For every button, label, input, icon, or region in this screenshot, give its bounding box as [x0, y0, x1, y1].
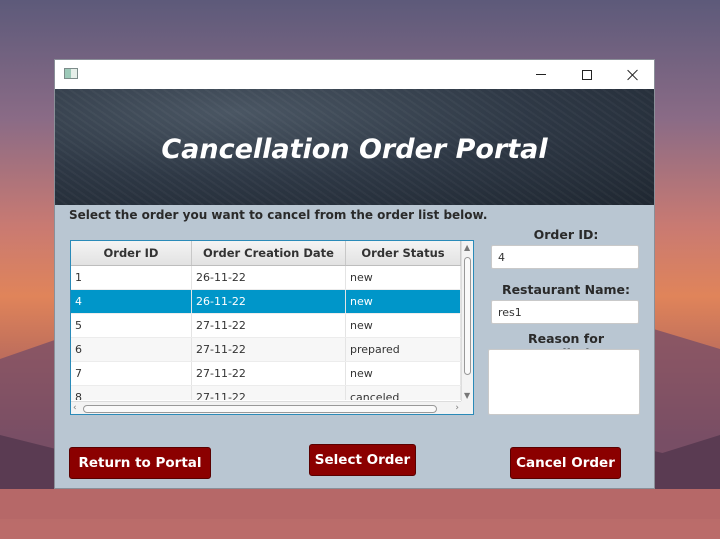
column-header-order-id[interactable]: Order ID	[71, 241, 192, 265]
cell-order-id: 1	[71, 266, 192, 289]
cell-order-status: new	[346, 266, 461, 289]
cell-order-id: 8	[71, 386, 192, 400]
page-title: Cancellation Order Portal	[161, 133, 548, 165]
header-banner: Cancellation Order Portal	[55, 89, 654, 205]
table-row-selected[interactable]: 4 26-11-22 new	[71, 290, 461, 314]
cell-creation-date: 26-11-22	[192, 266, 346, 289]
scroll-down-icon[interactable]: ▼	[464, 391, 470, 400]
app-window: Cancellation Order Portal Select the ord…	[54, 59, 655, 489]
maximize-button[interactable]	[564, 60, 610, 89]
table-row[interactable]: 8 27-11-22 canceled	[71, 386, 461, 400]
cell-order-status: canceled	[346, 386, 461, 400]
restaurant-name-label: Restaurant Name:	[501, 282, 631, 297]
return-to-portal-button[interactable]: Return to Portal	[69, 447, 211, 479]
cell-order-id: 7	[71, 362, 192, 385]
table-row[interactable]: 1 26-11-22 new	[71, 266, 461, 290]
cell-order-status: new	[346, 290, 461, 313]
scroll-up-icon[interactable]: ▲	[464, 243, 470, 252]
cell-creation-date: 27-11-22	[192, 314, 346, 337]
instruction-text: Select the order you want to cancel from…	[69, 208, 488, 222]
cell-order-id: 6	[71, 338, 192, 361]
select-order-button[interactable]: Select Order	[309, 444, 416, 476]
maximize-icon	[582, 69, 592, 80]
orders-table: Order ID Order Creation Date Order Statu…	[70, 240, 474, 415]
background-lake	[0, 489, 720, 539]
cell-creation-date: 27-11-22	[192, 338, 346, 361]
cell-order-status: new	[346, 362, 461, 385]
horizontal-scroll-thumb[interactable]	[83, 405, 437, 413]
column-header-creation-date[interactable]: Order Creation Date	[192, 241, 346, 265]
table-row[interactable]: 6 27-11-22 prepared	[71, 338, 461, 362]
cell-order-id: 5	[71, 314, 192, 337]
cell-order-id: 4	[71, 290, 192, 313]
column-header-order-status[interactable]: Order Status	[346, 241, 461, 265]
restaurant-name-field[interactable]	[491, 300, 639, 324]
vertical-scrollbar[interactable]: ▲ ▼	[461, 241, 473, 401]
cell-order-status: new	[346, 314, 461, 337]
minimize-button[interactable]	[518, 60, 564, 89]
cell-creation-date: 26-11-22	[192, 290, 346, 313]
app-window-icon	[64, 68, 78, 79]
cell-order-status: prepared	[346, 338, 461, 361]
reason-textarea[interactable]	[488, 349, 640, 415]
cell-creation-date: 27-11-22	[192, 362, 346, 385]
order-id-field[interactable]	[491, 245, 639, 269]
cancel-order-button[interactable]: Cancel Order	[510, 447, 621, 479]
horizontal-scrollbar[interactable]: ‹ ›	[71, 401, 461, 414]
scroll-left-icon[interactable]: ‹	[73, 403, 77, 413]
order-id-label: Order ID:	[533, 227, 599, 242]
cell-creation-date: 27-11-22	[192, 386, 346, 400]
table-body: 1 26-11-22 new 4 26-11-22 new 5 27-11-22…	[71, 266, 461, 400]
close-icon	[627, 69, 639, 81]
table-row[interactable]: 5 27-11-22 new	[71, 314, 461, 338]
scroll-right-icon[interactable]: ›	[455, 403, 459, 413]
close-button[interactable]	[610, 60, 654, 89]
vertical-scroll-thumb[interactable]	[464, 257, 471, 375]
table-row[interactable]: 7 27-11-22 new	[71, 362, 461, 386]
table-header: Order ID Order Creation Date Order Statu…	[71, 241, 461, 266]
minimize-icon	[536, 74, 546, 75]
scrollbar-corner	[461, 401, 473, 414]
title-bar[interactable]	[55, 60, 654, 89]
